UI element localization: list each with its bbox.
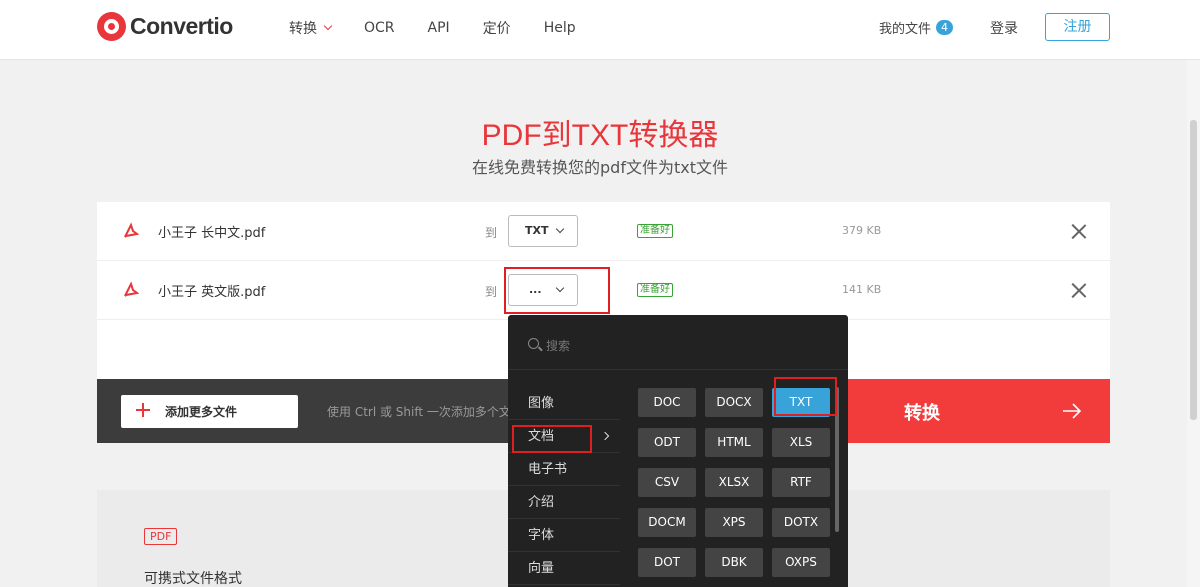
chevron-right-icon xyxy=(600,431,610,441)
format-select[interactable]: TXT xyxy=(508,215,578,247)
plus-icon xyxy=(136,403,150,417)
format-description: 可携式文件格式 xyxy=(144,571,242,587)
page-subtitle: 在线免费转换您的pdf文件为txt文件 xyxy=(472,158,728,177)
convert-button[interactable]: 转换 xyxy=(847,379,1110,443)
category-label: 图像 xyxy=(528,396,555,411)
format-option[interactable]: HTML xyxy=(705,428,763,457)
format-option[interactable]: DOT xyxy=(638,548,696,577)
format-option[interactable]: RTF xyxy=(772,468,830,497)
arrow-right-icon xyxy=(1063,403,1082,419)
category-image[interactable]: 图像 xyxy=(508,387,620,420)
nav-label: 转换 xyxy=(289,21,317,37)
convertio-logo-icon xyxy=(97,12,126,41)
nav-item-pricing[interactable]: 定价 xyxy=(483,18,511,38)
close-icon[interactable] xyxy=(1071,223,1087,239)
category-ebook[interactable]: 电子书 xyxy=(508,453,620,486)
format-option[interactable]: OXPS xyxy=(772,548,830,577)
add-more-label: 添加更多文件 xyxy=(165,405,238,419)
register-button[interactable]: 注册 xyxy=(1045,13,1110,41)
file-name: 小王子 长中文.pdf xyxy=(158,226,266,241)
format-option[interactable]: XPS xyxy=(705,508,763,537)
category-font[interactable]: 字体 xyxy=(508,519,620,552)
category-presentation[interactable]: 介绍 xyxy=(508,486,620,519)
page-scrollbar[interactable] xyxy=(1187,60,1200,587)
my-files-link[interactable]: 我的文件 4 xyxy=(879,18,954,37)
status-badge: 准备好 xyxy=(637,283,673,297)
file-row: 小王子 长中文.pdf 到 TXT 准备好 379 KB xyxy=(97,202,1110,261)
pdf-file-icon xyxy=(124,281,139,297)
category-label: 向量 xyxy=(528,561,555,576)
page-title: PDF到TXT转换器 xyxy=(481,119,719,152)
annotation-highlight-category xyxy=(512,425,592,453)
multi-select-hint: 使用 Ctrl 或 Shift 一次添加多个文件 xyxy=(327,405,523,419)
brand-name: Convertio xyxy=(130,13,233,39)
format-option[interactable]: XLSX xyxy=(705,468,763,497)
chevron-down-icon xyxy=(323,21,333,31)
dropdown-search xyxy=(508,315,848,370)
format-option[interactable]: ODT xyxy=(638,428,696,457)
chevron-down-icon xyxy=(555,224,565,234)
category-label: 电子书 xyxy=(528,462,568,477)
category-list: 图像 文档 电子书 介绍 字体 向量 xyxy=(508,387,620,585)
main-nav: 转换 OCR API 定价 Help xyxy=(289,18,609,38)
format-option[interactable]: DOC xyxy=(638,388,696,417)
login-link[interactable]: 登录 xyxy=(990,18,1018,38)
format-option[interactable]: DOCM xyxy=(638,508,696,537)
nav-label: 定价 xyxy=(482,21,511,37)
format-option[interactable]: CSV xyxy=(638,468,696,497)
pdf-file-icon xyxy=(124,222,139,238)
add-more-files-button[interactable]: 添加更多文件 xyxy=(121,395,298,428)
selected-format: TXT xyxy=(525,224,549,237)
category-vector[interactable]: 向量 xyxy=(508,552,620,585)
nav-item-ocr[interactable]: OCR xyxy=(364,18,395,38)
format-tag: PDF xyxy=(144,528,178,545)
close-icon[interactable] xyxy=(1071,282,1087,298)
to-label: 到 xyxy=(485,226,498,240)
nav-label: Help xyxy=(543,20,576,36)
annotation-highlight-txt xyxy=(774,377,837,416)
category-label: 介绍 xyxy=(528,495,555,510)
annotation-highlight-select xyxy=(504,267,610,314)
nav-label: OCR xyxy=(364,20,395,36)
category-label: 字体 xyxy=(528,528,555,543)
header: Convertio 转换 OCR API 定价 Help 我的文件 4 登录 注… xyxy=(0,0,1200,60)
logo[interactable]: Convertio xyxy=(97,12,233,41)
nav-item-help[interactable]: Help xyxy=(544,18,576,38)
format-option[interactable]: DOTX xyxy=(772,508,830,537)
file-size: 141 KB xyxy=(842,283,882,296)
nav-label: API xyxy=(427,20,450,36)
scrollbar-thumb[interactable] xyxy=(1190,120,1197,420)
file-name: 小王子 英文版.pdf xyxy=(158,285,266,300)
nav-item-api[interactable]: API xyxy=(428,18,450,38)
my-files-label: 我的文件 xyxy=(879,22,932,37)
convert-label: 转换 xyxy=(904,403,940,424)
file-size: 379 KB xyxy=(842,224,882,237)
format-search-input[interactable] xyxy=(546,337,826,355)
format-option[interactable]: DOCX xyxy=(705,388,763,417)
nav-item-convert[interactable]: 转换 xyxy=(289,18,333,38)
format-option[interactable]: XLS xyxy=(772,428,830,457)
status-badge: 准备好 xyxy=(637,224,673,238)
file-count-badge: 4 xyxy=(936,20,954,35)
search-icon xyxy=(528,338,539,349)
to-label: 到 xyxy=(485,285,498,299)
format-option[interactable]: DBK xyxy=(705,548,763,577)
